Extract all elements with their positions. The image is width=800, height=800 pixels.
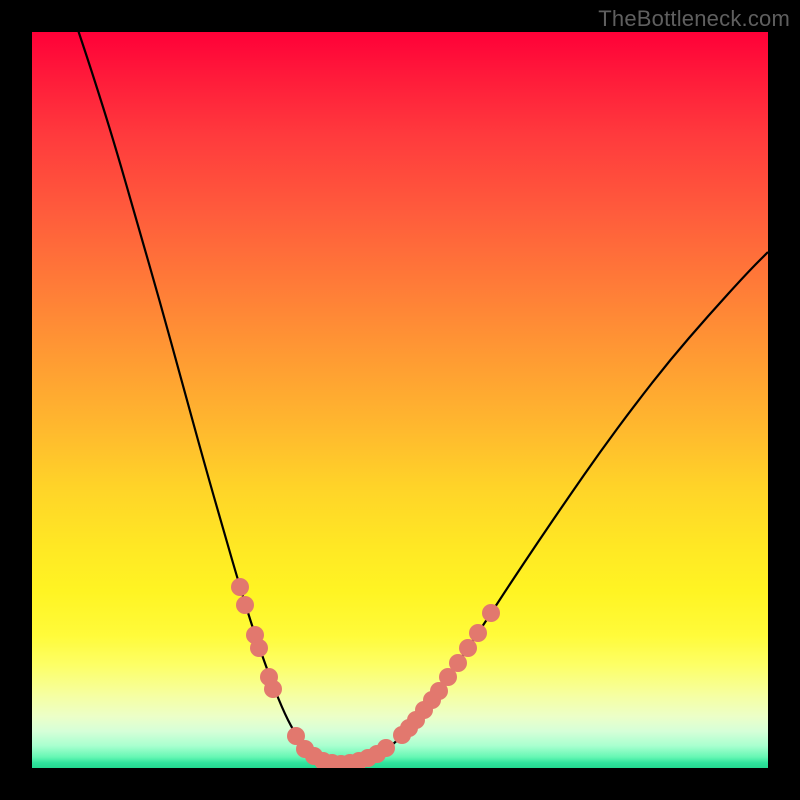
data-marker bbox=[236, 596, 254, 614]
bottleneck-curve bbox=[72, 32, 768, 765]
data-marker bbox=[459, 639, 477, 657]
data-marker bbox=[377, 739, 395, 757]
chart-svg bbox=[32, 32, 768, 768]
data-marker bbox=[449, 654, 467, 672]
data-marker bbox=[469, 624, 487, 642]
plot-area bbox=[32, 32, 768, 768]
curve-path bbox=[72, 32, 768, 765]
markers-trough bbox=[287, 727, 395, 768]
data-marker bbox=[264, 680, 282, 698]
watermark-text: TheBottleneck.com bbox=[598, 6, 790, 32]
data-marker bbox=[231, 578, 249, 596]
markers-left bbox=[231, 578, 282, 698]
data-marker bbox=[250, 639, 268, 657]
data-marker bbox=[482, 604, 500, 622]
chart-frame: TheBottleneck.com bbox=[0, 0, 800, 800]
